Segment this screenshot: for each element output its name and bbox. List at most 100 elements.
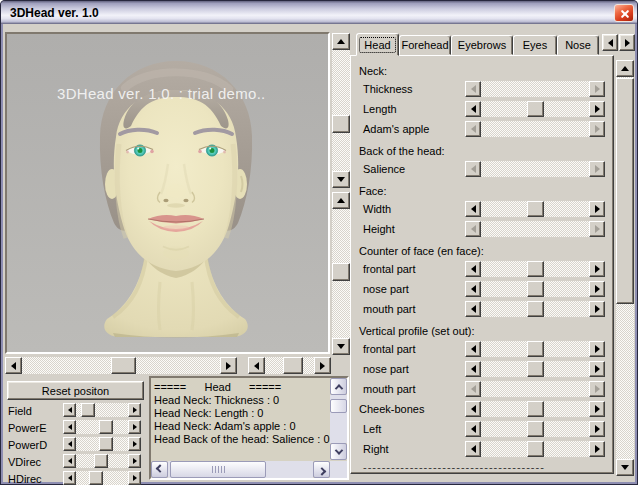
slider-thumb[interactable] <box>81 403 95 417</box>
slider-left-button[interactable] <box>465 301 481 317</box>
scroll-track[interactable] <box>330 395 347 443</box>
field-slider[interactable] <box>63 403 141 417</box>
slider-thumb[interactable] <box>527 201 544 217</box>
slider-track[interactable] <box>481 301 589 317</box>
panel-vscroll[interactable] <box>616 60 634 476</box>
scroll-up-button[interactable] <box>332 192 350 209</box>
slider-left-button[interactable] <box>465 341 481 357</box>
slider-track[interactable] <box>76 471 128 485</box>
scroll-track[interactable] <box>616 77 634 459</box>
scroll-thumb[interactable] <box>111 357 136 374</box>
cf-frontal-part-slider[interactable] <box>465 261 605 277</box>
scroll-track[interactable] <box>22 357 220 374</box>
slider-thumb[interactable] <box>527 281 544 297</box>
slider-track[interactable] <box>481 101 589 117</box>
slider-right-button[interactable] <box>589 301 605 317</box>
tab-scroll-left-button[interactable] <box>602 34 618 51</box>
scroll-left-button[interactable] <box>5 357 22 374</box>
slider-left-button[interactable] <box>63 437 76 451</box>
slider-right-button[interactable] <box>589 401 605 417</box>
log-vscroll[interactable] <box>330 378 347 460</box>
tab-forehead[interactable]: Forehead <box>399 35 451 55</box>
slider-left-button[interactable] <box>465 281 481 297</box>
slider-track[interactable] <box>481 421 589 437</box>
close-button[interactable] <box>614 4 634 22</box>
slider-left-button[interactable] <box>465 101 481 117</box>
slider-track[interactable] <box>481 401 589 417</box>
slider-right-button[interactable] <box>128 420 141 434</box>
slider-right-button[interactable] <box>589 201 605 217</box>
slider-left-button[interactable] <box>465 421 481 437</box>
scroll-right-button[interactable] <box>220 357 237 374</box>
slider-track[interactable] <box>481 281 589 297</box>
slider-left-button[interactable] <box>465 441 481 457</box>
scroll-right-button[interactable] <box>313 461 330 478</box>
length-slider[interactable] <box>465 101 605 117</box>
slider-thumb[interactable] <box>527 101 544 117</box>
scroll-thumb[interactable] <box>330 399 347 413</box>
slider-right-button[interactable] <box>589 281 605 297</box>
slider-thumb[interactable] <box>527 441 544 457</box>
scroll-up-button[interactable] <box>332 33 350 50</box>
slider-right-button[interactable] <box>128 403 141 417</box>
scroll-down-button[interactable] <box>332 338 350 355</box>
slider-thumb[interactable] <box>527 361 544 377</box>
slider-track[interactable] <box>481 341 589 357</box>
slider-track[interactable] <box>76 420 128 434</box>
slider-left-button[interactable] <box>63 403 76 417</box>
slider-left-button[interactable] <box>465 361 481 377</box>
slider-right-button[interactable] <box>589 101 605 117</box>
slider-right-button[interactable] <box>128 437 141 451</box>
scroll-down-button[interactable] <box>332 171 350 188</box>
scroll-down-button[interactable] <box>330 443 347 460</box>
slider-left-button[interactable] <box>465 261 481 277</box>
width-slider[interactable] <box>465 201 605 217</box>
cheek-right-slider[interactable] <box>465 441 605 457</box>
slider-thumb[interactable] <box>89 471 103 485</box>
slider-right-button[interactable] <box>589 261 605 277</box>
slider-left-button[interactable] <box>63 420 76 434</box>
slider-thumb[interactable] <box>94 454 108 468</box>
slider-thumb[interactable] <box>527 301 544 317</box>
vp-frontal-part-slider[interactable] <box>465 341 605 357</box>
slider-track[interactable] <box>76 437 128 451</box>
slider-left-button[interactable] <box>63 454 76 468</box>
slider-track[interactable] <box>76 403 128 417</box>
scroll-left-button[interactable] <box>248 357 265 374</box>
slider-left-button[interactable] <box>63 471 76 485</box>
slider-thumb[interactable] <box>99 420 113 434</box>
slider-left-button[interactable] <box>465 201 481 217</box>
slider-thumb[interactable] <box>527 261 544 277</box>
scroll-track[interactable] <box>265 357 314 374</box>
scroll-thumb[interactable] <box>332 115 350 133</box>
slider-right-button[interactable] <box>128 454 141 468</box>
slider-right-button[interactable] <box>128 471 141 485</box>
scroll-thumb[interactable] <box>616 78 634 304</box>
scroll-down-button[interactable] <box>616 459 634 476</box>
vdirec-slider[interactable] <box>63 454 141 468</box>
slider-right-button[interactable] <box>589 341 605 357</box>
scroll-thumb[interactable] <box>283 357 303 374</box>
scroll-track[interactable] <box>332 209 350 338</box>
slider-right-button[interactable] <box>589 441 605 457</box>
cheek-left-slider[interactable] <box>465 421 605 437</box>
slider-track[interactable] <box>481 441 589 457</box>
tab-head[interactable]: Head <box>356 33 399 56</box>
slider-track[interactable] <box>76 454 128 468</box>
slider-thumb[interactable] <box>527 401 544 417</box>
view-hscroll-2[interactable] <box>248 357 331 374</box>
view-vscroll-2[interactable] <box>332 192 350 355</box>
scroll-up-button[interactable] <box>330 378 347 395</box>
view-vscroll-1[interactable] <box>332 33 350 188</box>
scroll-right-button[interactable] <box>314 357 331 374</box>
powerd-slider[interactable] <box>63 437 141 451</box>
scroll-thumb[interactable] <box>170 461 266 478</box>
viewport-3d[interactable]: 3DHead ver. 1.0. : trial demo.. <box>5 32 330 354</box>
powere-slider[interactable] <box>63 420 141 434</box>
log-hscroll[interactable] <box>151 461 330 478</box>
slider-right-button[interactable] <box>589 421 605 437</box>
slider-track[interactable] <box>481 201 589 217</box>
cf-mouth-part-slider[interactable] <box>465 301 605 317</box>
slider-thumb[interactable] <box>99 437 113 451</box>
slider-track[interactable] <box>481 361 589 377</box>
